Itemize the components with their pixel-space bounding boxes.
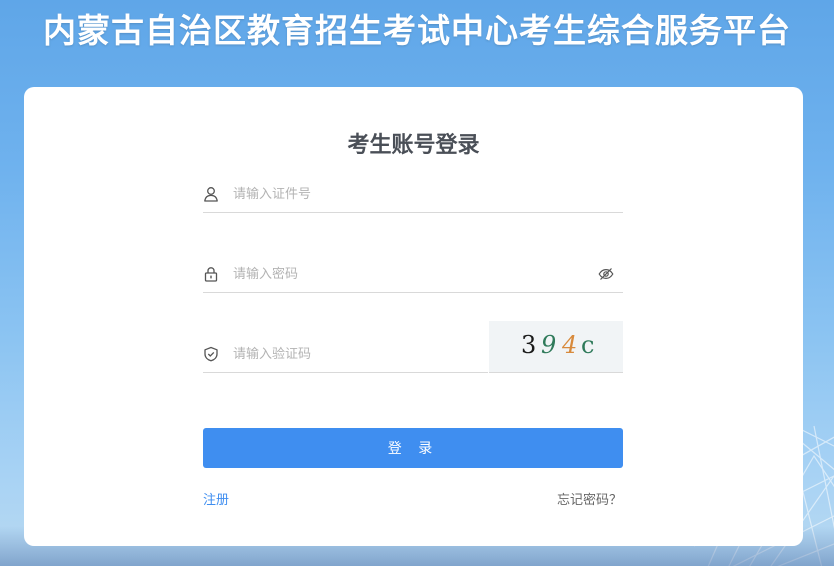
login-button[interactable]: 登 录 (203, 428, 623, 468)
forgot-password-link[interactable]: 忘记密码？ (557, 489, 622, 508)
lock-icon (204, 267, 218, 282)
captcha-char: c (581, 331, 595, 359)
site-title: 内蒙古自治区教育招生考试中心考生综合服务平台 (43, 11, 791, 50)
shield-check-icon (204, 346, 218, 362)
password-input[interactable] (233, 262, 573, 286)
eye-off-icon[interactable] (598, 266, 614, 282)
captcha-char: 4 (562, 331, 578, 359)
login-heading: 考生账号登录 (347, 133, 480, 158)
captcha-field (203, 336, 573, 373)
login-card: 考生账号登录 3 9 4 c 登 录 (24, 87, 803, 546)
user-icon (204, 187, 218, 202)
password-field (203, 256, 623, 293)
id-number-input[interactable] (233, 182, 573, 206)
id-number-field (203, 176, 623, 213)
captcha-char: 9 (541, 331, 557, 359)
captcha-image[interactable]: 3 9 4 c (489, 321, 623, 373)
captcha-char: 3 (521, 331, 537, 359)
register-link[interactable]: 注册 (203, 489, 229, 508)
